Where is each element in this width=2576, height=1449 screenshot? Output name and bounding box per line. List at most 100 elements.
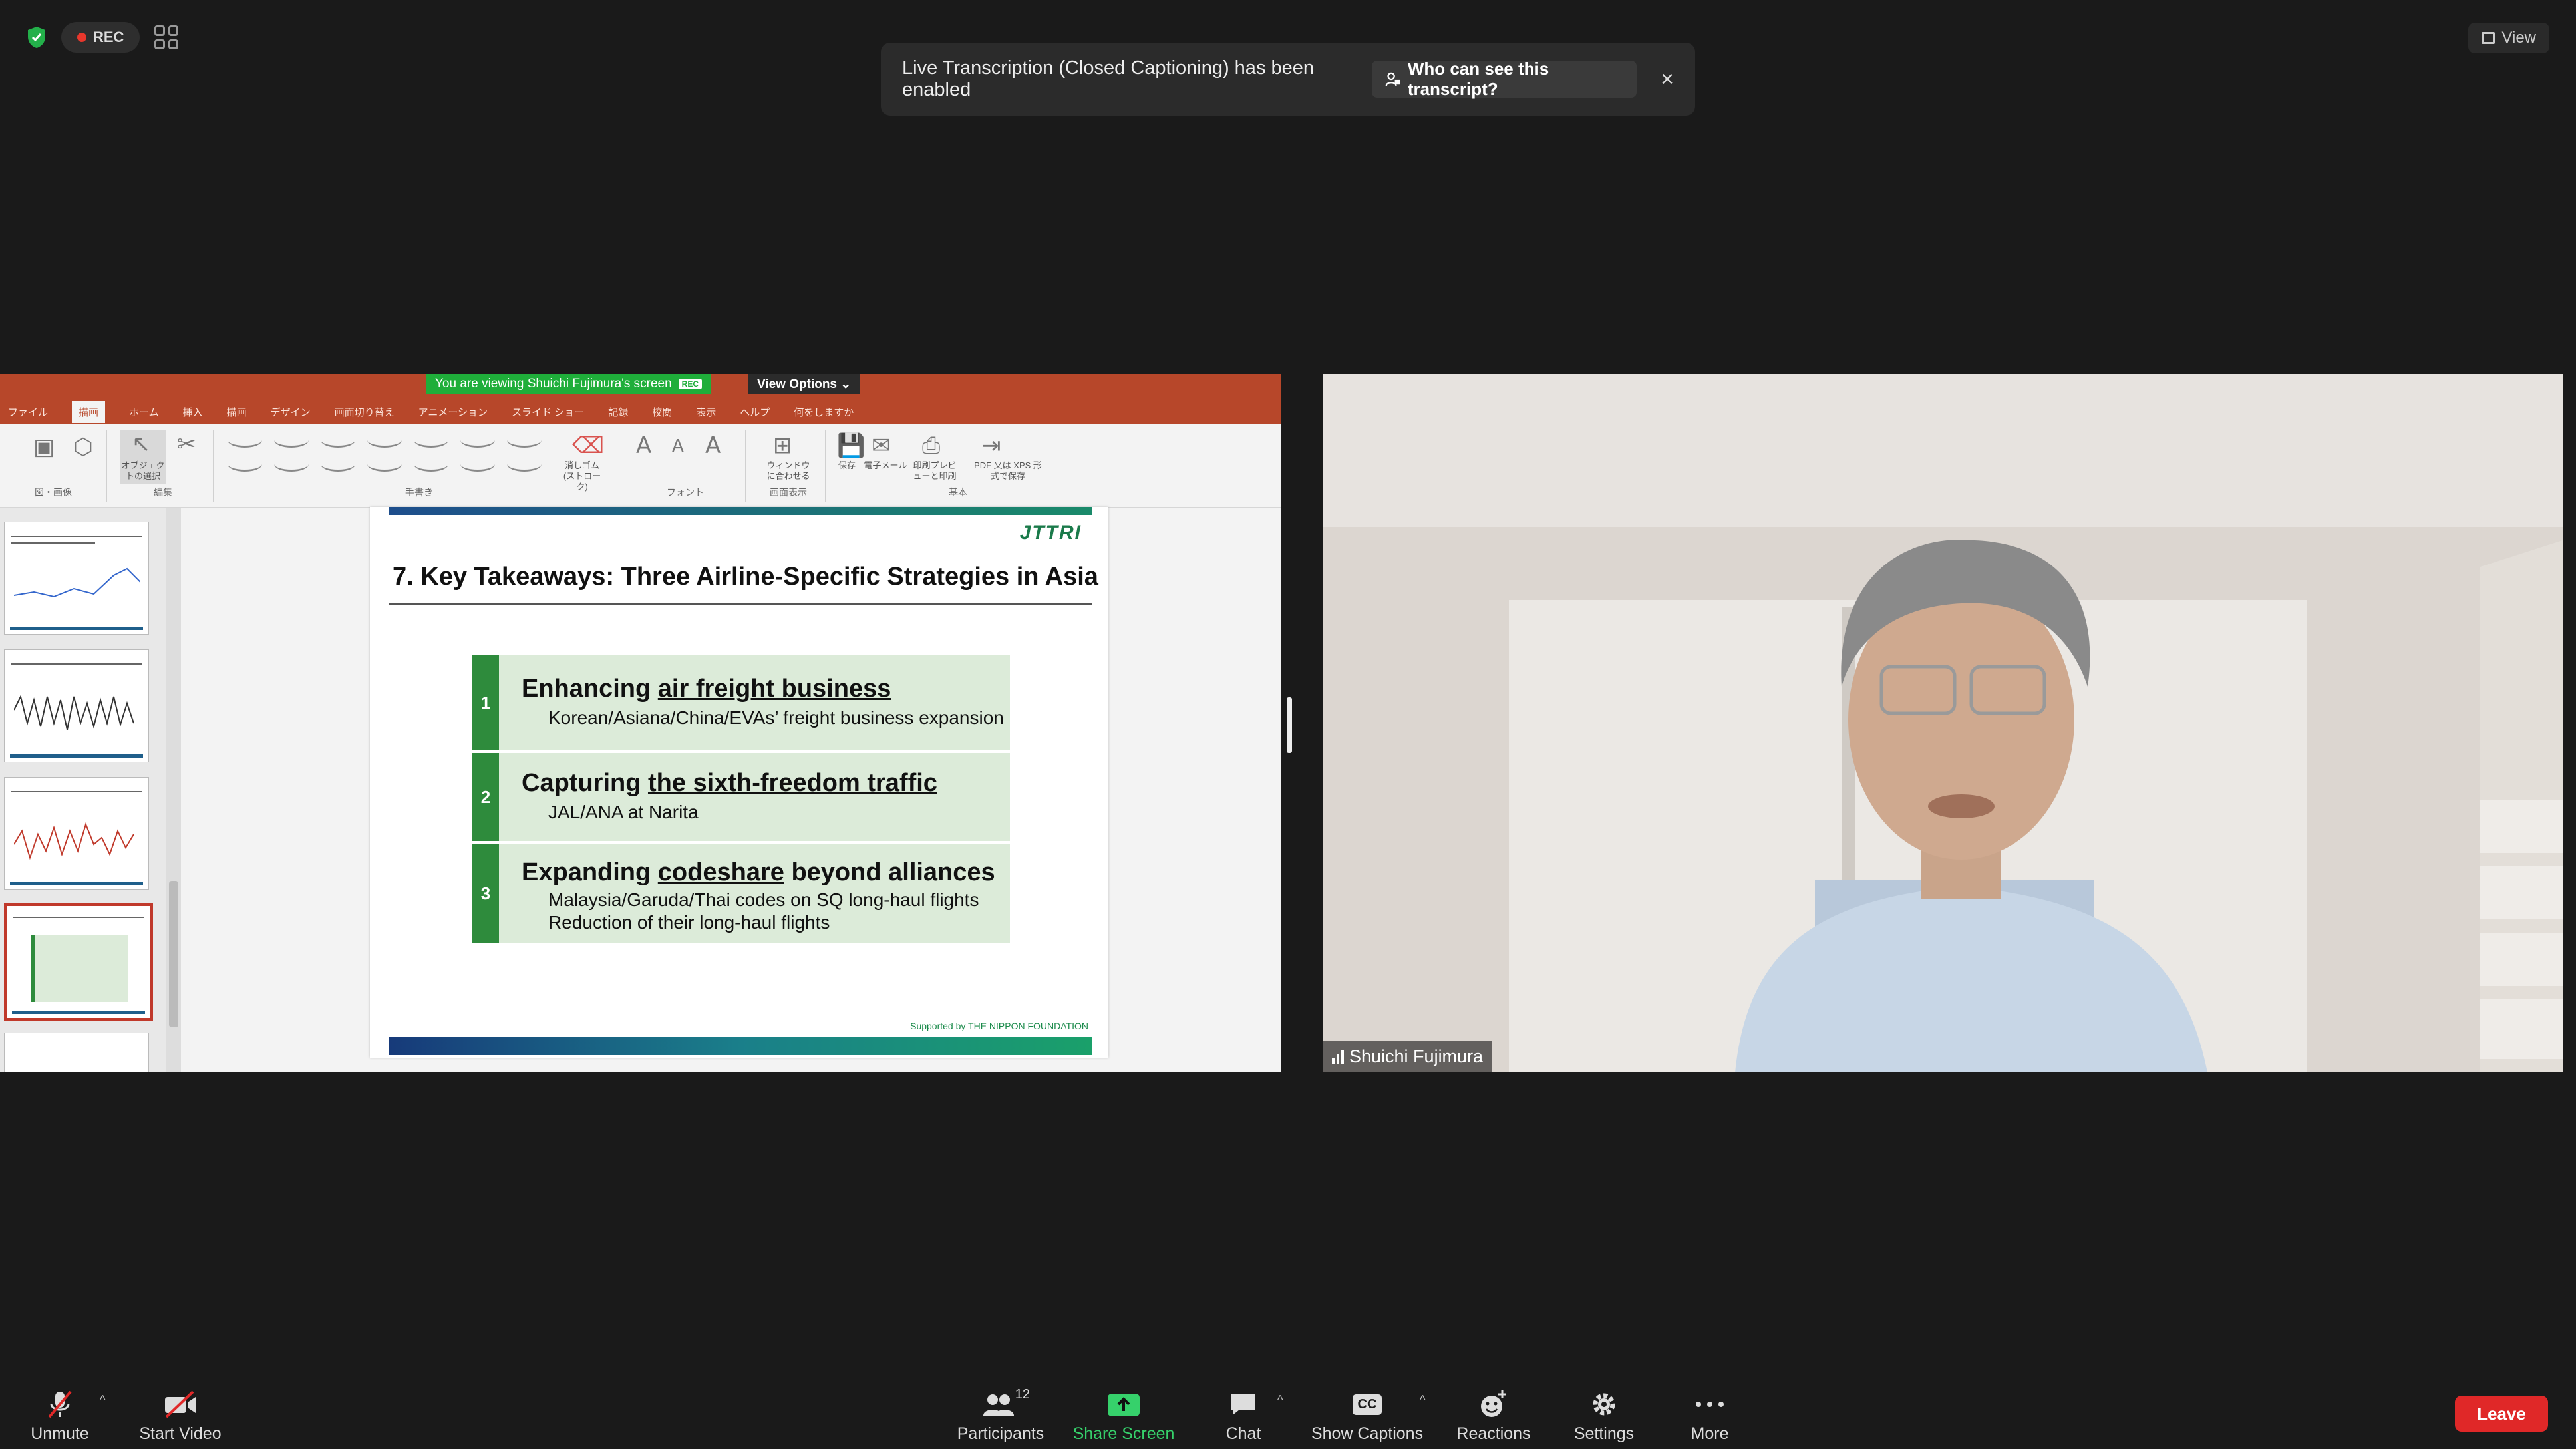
slide-top-band [389,507,1092,515]
ribbon-tab[interactable]: 画面切り替え [335,405,395,419]
pen-icon[interactable] [228,432,262,448]
pdf-label: PDF 又は XPS 形式で保存 [974,460,1042,481]
participant-video[interactable] [1323,374,2563,1072]
start-video-button[interactable]: Start Video [137,1382,224,1444]
record-dot-icon [77,33,86,42]
ribbon-tab[interactable]: 校閲 [652,405,672,419]
pen-icon[interactable] [228,456,262,472]
image-icon[interactable]: ▣ [33,434,55,460]
smiley-add-icon [1478,1388,1509,1420]
print-preview-icon[interactable]: ⎙ [922,432,940,459]
microphone-muted-icon [47,1388,73,1420]
ribbon-tab[interactable]: 描画 [227,405,247,419]
ribbon-tab[interactable]: アニメーション [418,405,488,419]
split-resize-handle[interactable] [1287,697,1292,753]
save-icon[interactable]: 💾 [837,432,865,459]
ribbon-tab[interactable]: ホーム [129,405,159,419]
select-object-button[interactable]: ↖ オブジェクトの選択 [120,430,166,484]
email-icon[interactable]: ✉ [872,432,891,459]
slide-thumbnail[interactable] [4,649,149,762]
thumbnail-scrollbar[interactable] [166,508,181,1072]
pen-icon[interactable] [367,432,402,448]
ribbon-tab-search[interactable]: 何をしますか [794,405,854,419]
title-underline [389,603,1092,605]
participants-count: 12 [1015,1387,1030,1402]
ribbon-group-view: ⊞ ウィンドウに合わせる 画面表示 [752,430,826,502]
pen-icon[interactable] [321,456,355,472]
takeaway-number: 3 [472,844,499,943]
pen-icon[interactable] [460,432,495,448]
pen-icon[interactable] [460,456,495,472]
recording-indicator[interactable]: REC [61,22,140,53]
slide-thumbnail[interactable] [4,1033,149,1072]
pen-icon[interactable] [414,432,448,448]
pdf-export-icon[interactable]: ⇥ [982,432,1001,459]
share-screen-label: Share Screen [1072,1424,1175,1443]
meeting-status-bar: REC [27,20,179,55]
security-shield-icon[interactable] [27,25,47,49]
font-grow-icon[interactable]: A [636,432,651,459]
reactions-button[interactable]: Reactions [1450,1382,1537,1444]
ribbon-tab[interactable]: 記録 [608,405,628,419]
captions-options-caret-icon[interactable]: ^ [1420,1393,1425,1407]
takeaway-detail: Korean/Asiana/China/EVAs’ freight busine… [548,707,1004,728]
slide-thumbnail[interactable] [4,777,149,890]
chat-label: Chat [1225,1424,1261,1443]
slide-canvas: JTTRI 7. Key Takeaways: Three Airline-Sp… [370,507,1108,1058]
fit-window-icon[interactable]: ⊞ [773,432,792,459]
view-options-button[interactable]: View Options ⌄ [748,374,861,394]
pen-icon[interactable] [274,456,309,472]
pen-icon[interactable] [507,456,542,472]
close-icon[interactable]: × [1661,67,1674,92]
slide-thumbnail[interactable] [4,522,149,635]
more-dots-icon [1694,1388,1725,1420]
more-label: More [1690,1424,1729,1443]
slide-thumbnail-current[interactable] [4,903,153,1021]
rec-label: REC [93,29,124,45]
settings-button[interactable]: Settings [1567,1382,1641,1444]
email-label: 電子メール [864,460,907,470]
pen-icon[interactable] [274,432,309,448]
chat-options-caret-icon[interactable]: ^ [1277,1393,1283,1407]
takeaway-item: 2 Capturing the sixth-freedom traffic JA… [472,753,1010,841]
pen-icon[interactable] [507,432,542,448]
view-button[interactable]: View [2468,23,2549,53]
select-object-label: オブジェクトの選択 [121,460,165,481]
ribbon-tab-draw[interactable]: 描画 [72,401,106,423]
share-screen-button[interactable]: Share Screen [1072,1382,1175,1444]
thumb-chart [14,822,134,860]
participants-button[interactable]: 12 Participants [954,1382,1047,1444]
audio-options-caret-icon[interactable]: ^ [100,1393,105,1407]
leave-button[interactable]: Leave [2455,1396,2548,1432]
ribbon-tab[interactable]: デザイン [271,405,311,419]
ribbon-tab[interactable]: ファイル [8,405,48,419]
apps-grid-icon[interactable] [154,25,179,49]
scissors-icon[interactable]: ✂ [177,431,196,458]
ribbon-group-basic: 💾 保存 ✉ 電子メール ⎙ 印刷プレビューと印刷 ⇥ PDF 又は XPS 形… [832,430,1084,502]
shape-icon[interactable]: ⬡ [73,434,93,460]
who-can-see-transcript-button[interactable]: Who can see this transcript? [1372,59,1637,99]
show-captions-button[interactable]: CC Show Captions [1311,1382,1424,1444]
chat-button[interactable]: Chat [1207,1382,1280,1444]
participants-icon: 12 [981,1387,1030,1420]
pen-icon[interactable] [414,456,448,472]
font-shrink-icon[interactable]: A [672,436,684,456]
pen-icon[interactable] [321,432,355,448]
ribbon-tab[interactable]: ヘルプ [740,405,770,419]
signal-bars-icon [1332,1049,1344,1064]
ribbon-tab[interactable]: 表示 [696,405,716,419]
unmute-button[interactable]: Unmute [27,1382,93,1444]
reactions-label: Reactions [1456,1424,1531,1443]
pen-icon[interactable] [367,456,402,472]
more-button[interactable]: More [1677,1382,1743,1444]
font-color-icon[interactable]: A [705,432,721,459]
group-label: 画面表示 [770,487,807,498]
nippon-foundation-credit: Supported by THE NIPPON FOUNDATION [910,1021,1088,1031]
eraser-icon[interactable]: ⌫ [572,432,604,459]
ribbon-tabs: ファイル 描画 ホーム 挿入 描画 デザイン 画面切り替え アニメーション スラ… [0,399,1281,424]
ribbon-toolbar: ▣ ⬡ 図・画像 ↖ オブジェクトの選択 ✂ 編集 ⌫ 消しゴム (ストローク)… [0,424,1281,508]
ribbon-tab[interactable]: 挿入 [183,405,203,419]
viewing-text: You are viewing Shuichi Fujimura's scree… [435,377,672,391]
shared-screen[interactable]: You are viewing Shuichi Fujimura's scree… [0,374,1281,1072]
ribbon-tab[interactable]: スライド ショー [512,405,584,419]
